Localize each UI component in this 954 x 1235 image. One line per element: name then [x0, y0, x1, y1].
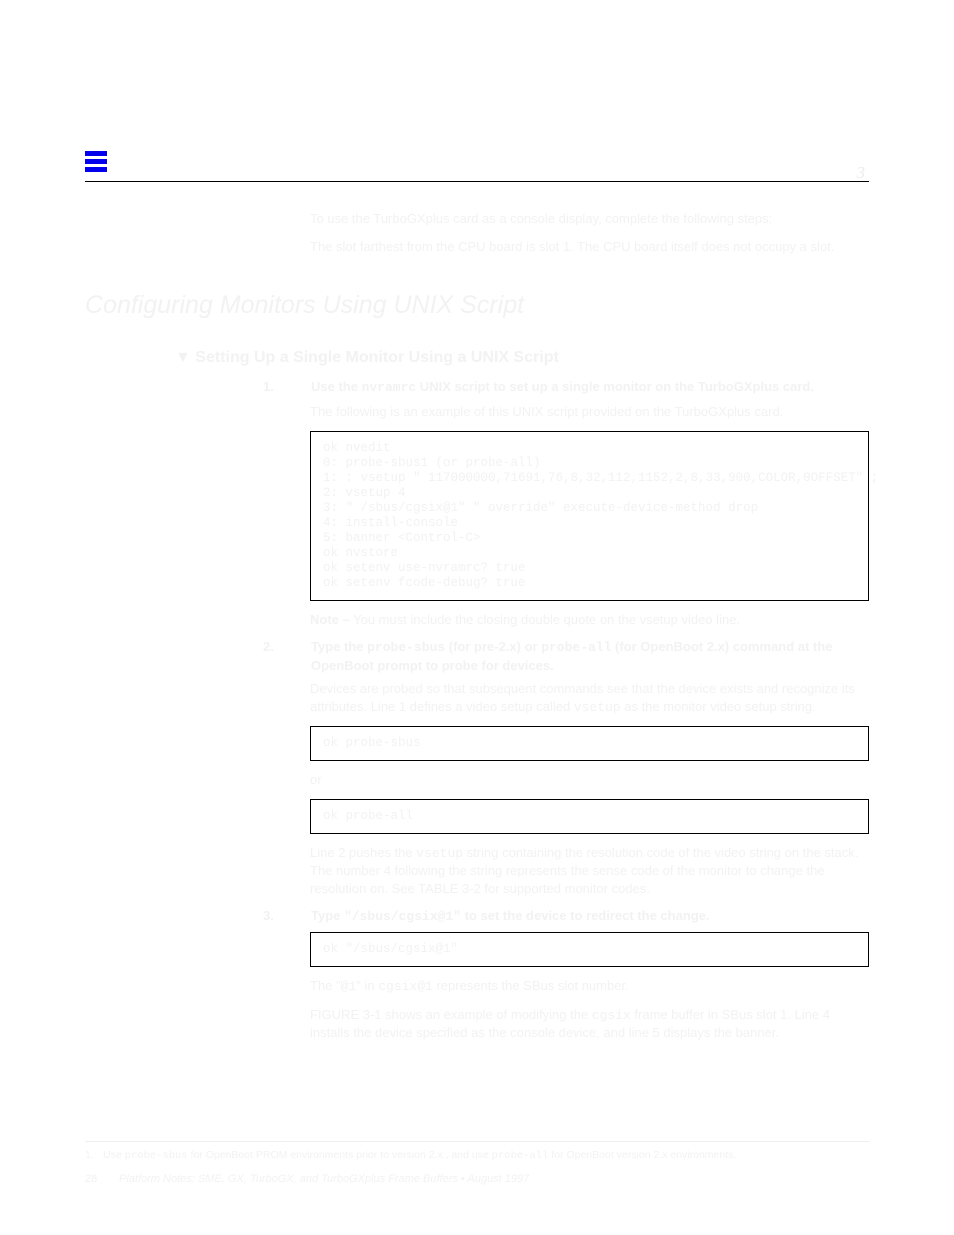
step-2: 2. Type the probe-sbus (for pre-2.x) or … [263, 638, 869, 674]
step-text: Type the probe-sbus (for pre-2.x) or pro… [311, 638, 869, 674]
intro-paragraph-2: The slot farthest from the CPU board is … [310, 238, 869, 256]
code-block-1: ok nvedit 0: probe-sbus1 (or probe-all) … [310, 431, 869, 601]
paragraph-figure: FIGURE 3-1 shows an example of modifying… [310, 1006, 869, 1042]
code-block-4: ok "/sbus/cgsix@1" [310, 932, 869, 967]
intro-paragraph-1: To use the TurboGXplus card as a console… [310, 210, 869, 228]
step-3: 3. Type "/sbus/cgsix@1" to set the devic… [263, 907, 869, 926]
document-content: To use the TurboGXplus card as a console… [85, 198, 869, 1052]
document-title: Platform Notes: SME, GX, TurboGX, and Tu… [119, 1172, 869, 1187]
footnote-number: 1. [85, 1148, 103, 1163]
page-footer: 28 Platform Notes: SME, GX, TurboGX, and… [85, 1172, 869, 1187]
hamburger-icon [85, 151, 107, 173]
or-text: or [310, 771, 869, 789]
step-1: 1. Use the nvramrc UNIX script to set up… [263, 378, 869, 397]
paragraph-cgsix: The "@1" in cgsix@1 represents the SBus … [310, 977, 869, 996]
step-number: 3. [263, 907, 311, 926]
footnote-text: Use probe-sbus for OpenBoot PROM environ… [103, 1148, 869, 1163]
step-text: Type "/sbus/cgsix@1" to set the device t… [311, 907, 869, 926]
paragraph-after-step1: The following is an example of this UNIX… [310, 403, 869, 421]
code-block-3: ok probe-all [310, 799, 869, 834]
document-page: 3 To use the TurboGXplus card as a conso… [0, 0, 954, 1235]
code-block-2: ok probe-sbus [310, 726, 869, 761]
section-heading: Configuring Monitors Using UNIX Script [85, 289, 869, 323]
footnote: 1. Use probe-sbus for OpenBoot PROM envi… [85, 1141, 869, 1163]
header-rule: 3 [85, 150, 869, 182]
paragraph-line2: Line 2 pushes the vsetup string containi… [310, 844, 869, 898]
subsection-heading-1: ▼ Setting Up a Single Monitor Using a UN… [175, 347, 869, 369]
step-text: Use the nvramrc UNIX script to set up a … [311, 378, 869, 397]
chapter-number: 3 [857, 162, 866, 185]
paragraph-after-step2: Devices are probed so that subsequent co… [310, 680, 869, 716]
page-number: 28 [85, 1172, 119, 1187]
step-number: 2. [263, 638, 311, 674]
step-number: 1. [263, 378, 311, 397]
note-a: Note – You must include the closing doub… [310, 611, 869, 629]
